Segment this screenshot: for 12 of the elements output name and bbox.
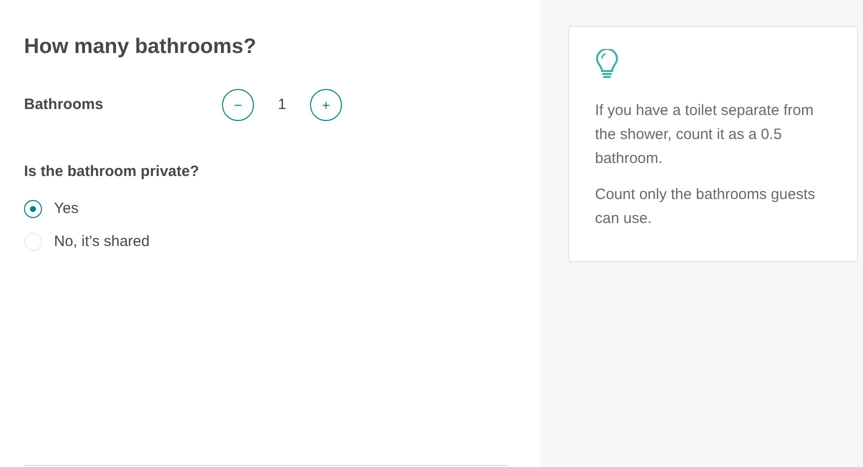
- decrement-button[interactable]: −: [222, 89, 254, 122]
- counter-value: 1: [276, 94, 288, 115]
- increment-button[interactable]: +: [310, 89, 342, 122]
- radio-icon[interactable]: [24, 200, 42, 218]
- question-label: Is the bathroom private?: [24, 162, 200, 182]
- tip-text: Count only the bathrooms guests can use.: [595, 185, 816, 229]
- page-heading: How many bathrooms?: [24, 34, 258, 60]
- tip-text: If you have a toilet separate from the shower, count it as a 0.5 bathroom.: [595, 101, 814, 169]
- radio-option[interactable]: Yes: [24, 198, 78, 220]
- lightbulb-icon: [595, 49, 619, 81]
- counter-label: Bathrooms: [24, 94, 104, 115]
- radio-option[interactable]: No, it’s shared: [24, 231, 150, 254]
